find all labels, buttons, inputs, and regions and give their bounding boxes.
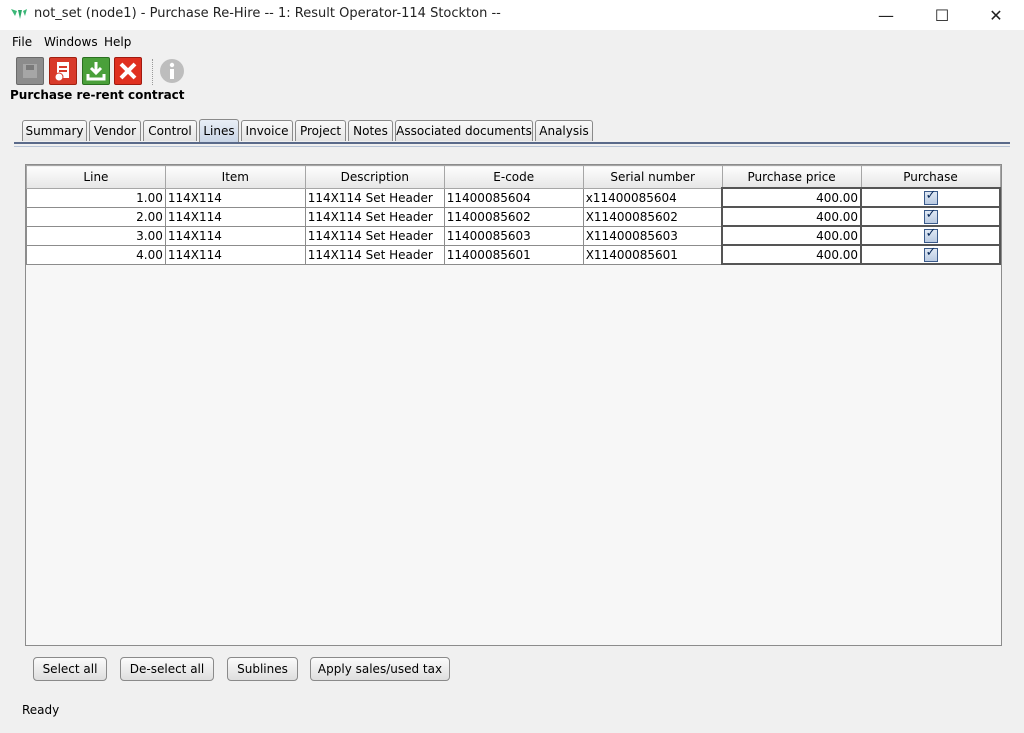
purchase-checkbox[interactable]: ✓ [923, 226, 938, 243]
menu-windows[interactable]: Windows [44, 35, 98, 49]
cancel-icon[interactable] [114, 57, 142, 85]
app-logo-icon [11, 9, 27, 19]
table-row[interactable]: 1.00 114X114 114X114 Set Header 11400085… [26, 187, 1001, 208]
column-header-description[interactable]: Description [304, 165, 445, 189]
menu-file[interactable]: File [12, 35, 32, 49]
purchase-checkbox[interactable]: ✓ [923, 207, 938, 224]
cell-ecode[interactable]: 11400085601 [443, 244, 584, 265]
toolbar-separator [152, 59, 153, 85]
cell-serial[interactable]: X11400085601 [582, 244, 723, 265]
cell-purchase-price[interactable]: 400.00 [721, 225, 863, 246]
table-row[interactable]: 4.00 114X114 114X114 Set Header 11400085… [26, 244, 1001, 265]
cell-purchase-price[interactable]: 400.00 [721, 244, 863, 265]
tab-summary[interactable]: Summary [22, 120, 87, 141]
cell-description[interactable]: 114X114 Set Header [304, 225, 445, 246]
cell-description[interactable]: 114X114 Set Header [304, 187, 445, 208]
column-header-purchase[interactable]: Purchase [860, 165, 1001, 189]
window-title: not_set (node1) - Purchase Re-Hire -- 1:… [34, 6, 501, 21]
tab-lines[interactable]: Lines [199, 119, 239, 142]
table-row[interactable]: 2.00 114X114 114X114 Set Header 11400085… [26, 206, 1001, 227]
lines-table: Line Item Description E-code Serial numb… [26, 165, 1001, 265]
cell-item[interactable]: 114X114 [164, 244, 306, 265]
toolbar [14, 57, 214, 87]
tab-underline [14, 142, 1010, 144]
tab-project[interactable]: Project [295, 120, 346, 141]
status-text: Ready [22, 703, 60, 717]
column-header-ecode[interactable]: E-code [443, 165, 584, 189]
title-bar: not_set (node1) - Purchase Re-Hire -- 1:… [0, 0, 1024, 30]
info-icon[interactable] [158, 57, 186, 85]
select-all-button[interactable]: Select all [33, 657, 107, 681]
cell-purchase[interactable]: ✓ [860, 244, 1001, 265]
checkmark-icon: ✓ [925, 226, 937, 241]
cell-ecode[interactable]: 11400085603 [443, 225, 584, 246]
deselect-all-button[interactable]: De-select all [120, 657, 214, 681]
cell-line[interactable]: 1.00 [26, 187, 166, 208]
minimize-button[interactable]: — [862, 0, 910, 30]
menu-bar: File Windows Help [0, 32, 1024, 52]
cell-item[interactable]: 114X114 [164, 225, 306, 246]
cell-ecode[interactable]: 11400085604 [443, 187, 584, 208]
cell-serial[interactable]: X11400085603 [582, 225, 723, 246]
cell-serial[interactable]: X11400085602 [582, 206, 723, 227]
cell-description[interactable]: 114X114 Set Header [304, 206, 445, 227]
column-header-item[interactable]: Item [164, 165, 306, 189]
delete-document-icon[interactable] [49, 57, 77, 85]
column-header-purchase-price[interactable]: Purchase price [721, 165, 862, 189]
cell-purchase-price[interactable]: 400.00 [721, 206, 863, 227]
sublines-button[interactable]: Sublines [227, 657, 298, 681]
cell-line[interactable]: 2.00 [26, 206, 166, 227]
maximize-button[interactable]: ☐ [918, 0, 966, 30]
cell-item[interactable]: 114X114 [164, 206, 306, 227]
checkmark-icon: ✓ [925, 207, 937, 222]
cell-purchase[interactable]: ✓ [860, 206, 1001, 227]
purchase-checkbox[interactable]: ✓ [923, 188, 938, 205]
cell-ecode[interactable]: 11400085602 [443, 206, 584, 227]
cell-purchase-price[interactable]: 400.00 [721, 187, 863, 208]
tab-vendor[interactable]: Vendor [89, 120, 141, 141]
cell-line[interactable]: 3.00 [26, 225, 166, 246]
cell-purchase[interactable]: ✓ [860, 225, 1001, 246]
close-button[interactable]: ✕ [972, 0, 1020, 30]
cell-serial[interactable]: x11400085604 [582, 187, 723, 208]
checkmark-icon: ✓ [925, 188, 937, 203]
apply-tax-button[interactable]: Apply sales/used tax [310, 657, 450, 681]
tab-notes[interactable]: Notes [348, 120, 393, 141]
purchase-checkbox[interactable]: ✓ [923, 245, 938, 262]
menu-help[interactable]: Help [104, 35, 131, 49]
checkmark-icon: ✓ [925, 245, 937, 260]
cell-description[interactable]: 114X114 Set Header [304, 244, 445, 265]
cell-purchase[interactable]: ✓ [860, 187, 1001, 208]
table-row[interactable]: 3.00 114X114 114X114 Set Header 11400085… [26, 225, 1001, 246]
cell-line[interactable]: 4.00 [26, 244, 166, 265]
page-title: Purchase re-rent contract [10, 88, 185, 102]
tab-invoice[interactable]: Invoice [241, 120, 293, 141]
tab-associated-documents[interactable]: Associated documents [395, 120, 533, 141]
column-header-line[interactable]: Line [26, 165, 166, 189]
lines-table-panel: Line Item Description E-code Serial numb… [25, 164, 1002, 646]
tab-control[interactable]: Control [143, 120, 197, 141]
tab-underline-secondary [14, 146, 1010, 147]
cell-item[interactable]: 114X114 [164, 187, 306, 208]
column-header-serial-number[interactable]: Serial number [582, 165, 723, 189]
table-header-row: Line Item Description E-code Serial numb… [26, 165, 1001, 189]
save-icon[interactable] [16, 57, 44, 85]
download-icon[interactable] [82, 57, 110, 85]
tab-analysis[interactable]: Analysis [535, 120, 593, 141]
